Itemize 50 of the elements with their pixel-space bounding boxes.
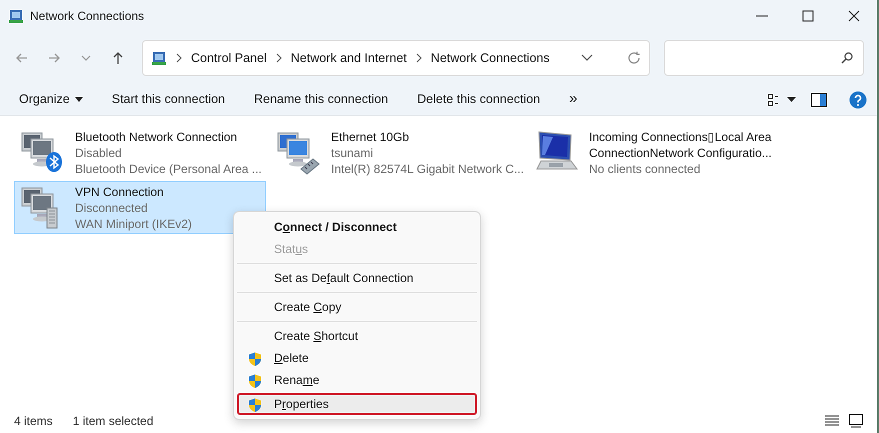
preview-pane-icon[interactable] (811, 92, 827, 106)
breadcrumb-item[interactable]: Network Connections (430, 48, 550, 68)
connection-name: Incoming Connections▯Local Area ConnectionNetwork Configuratio... (589, 129, 773, 161)
more-commands-button[interactable]: » (560, 86, 586, 113)
maximize-icon (800, 8, 816, 24)
breadcrumb-item[interactable]: Control Panel (191, 48, 267, 68)
minimize-icon (756, 15, 768, 17)
organize-menu[interactable]: Organize (10, 88, 92, 111)
control-panel-icon (151, 50, 167, 66)
details-view-icon[interactable] (825, 415, 839, 427)
connection-status: tsunami (331, 145, 374, 161)
menu-item[interactable]: Properties (237, 393, 477, 415)
caret-icon (787, 97, 796, 102)
connection-item[interactable]: Bluetooth Network Connection Disabled Bluetooth Device (Personal Area ... (14, 126, 266, 179)
menu-item[interactable]: Rename (237, 369, 477, 391)
connection-item[interactable]: Ethernet 10Gb tsunami Intel(R) 82574L Gigabit Network C... (270, 126, 524, 179)
item-count: 4 items (14, 413, 53, 430)
chevron-icon (175, 53, 183, 63)
selection-status: 1 item selected (72, 413, 154, 430)
address-bar[interactable]: Control Panel Network and Internet Network Connections (142, 40, 650, 76)
toolbar-button[interactable]: Rename this connection (245, 88, 398, 111)
connection-status: Disabled (75, 145, 123, 161)
connection-status: No clients connected (589, 161, 702, 177)
toolbar-button[interactable]: Start this connection (102, 88, 234, 111)
search-icon (841, 52, 853, 64)
connection-name: Bluetooth Network Connection (75, 129, 238, 145)
menu-item[interactable]: Create Shortcut (237, 325, 477, 347)
refresh-icon[interactable] (627, 51, 641, 65)
connection-name: Ethernet 10Gb (331, 129, 410, 145)
connection-item[interactable]: Incoming Connections▯Local Area ConnectionNetwork Configuratio... No clients connected (528, 126, 828, 179)
window-title: Network Connections (30, 8, 144, 25)
chevron-icon (274, 53, 283, 63)
help-icon[interactable] (849, 90, 867, 108)
breadcrumb-item[interactable]: Network and Internet (290, 48, 407, 68)
menu-item[interactable]: Create Copy (237, 296, 477, 318)
close-icon (846, 8, 862, 24)
menu-item[interactable]: Delete (237, 347, 477, 369)
connection-item[interactable]: VPN Connection Disconnected WAN Miniport (IKEv2) (14, 181, 266, 234)
connection-device: WAN Miniport (IKEv2) (75, 216, 192, 232)
dropdown-caret-icon[interactable] (581, 54, 593, 62)
connection-status: Disconnected (75, 200, 149, 216)
toolbar-button[interactable]: Delete this connection (408, 88, 550, 111)
connection-name: VPN Connection (75, 184, 165, 200)
caret-icon (74, 97, 83, 102)
chevron-icon (414, 53, 423, 63)
large-icons-view-icon[interactable] (849, 414, 863, 428)
search-field[interactable] (664, 40, 864, 76)
connection-device: Bluetooth Device (Personal Area ... (75, 161, 261, 177)
menu-item[interactable]: Set as Default Connection (237, 267, 477, 289)
control-panel-icon (8, 8, 24, 24)
